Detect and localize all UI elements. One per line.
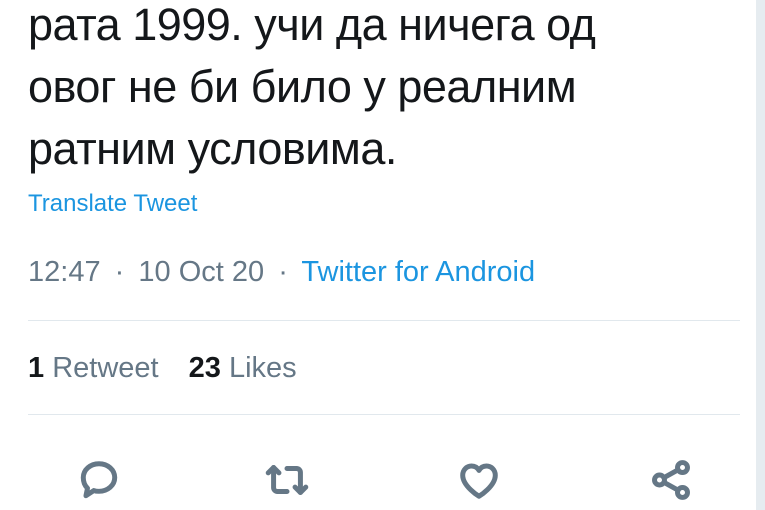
tweet-time: 12:47 bbox=[28, 256, 101, 288]
share-button[interactable] bbox=[646, 455, 696, 505]
likes-count: 23 bbox=[188, 352, 221, 384]
timeline-border bbox=[756, 0, 765, 510]
tweet-text-line: овог не би било у реалним bbox=[28, 61, 577, 112]
retweet-icon bbox=[265, 465, 309, 495]
tweet-date: 10 Oct 20 bbox=[138, 256, 265, 288]
meta-separator: · bbox=[278, 256, 288, 288]
retweets-label: Retweet bbox=[52, 352, 159, 384]
meta-separator: · bbox=[114, 256, 125, 288]
tweet-text-line: рата 1999. учи да ничега од bbox=[28, 0, 596, 50]
tweet-detail-view: рата 1999. учи да ничега од овог не би б… bbox=[0, 0, 765, 510]
divider bbox=[28, 320, 740, 321]
share-icon bbox=[652, 460, 690, 500]
like-icon bbox=[460, 463, 498, 499]
tweet-action-bar bbox=[0, 455, 765, 505]
likes-label: Likes bbox=[228, 352, 297, 384]
retweet-button[interactable] bbox=[262, 455, 312, 505]
translate-tweet-link[interactable]: Translate Tweet bbox=[28, 190, 197, 218]
engagement-stats: 1 Retweet 23 Likes bbox=[28, 352, 319, 385]
divider bbox=[28, 414, 740, 415]
tweet-text-line: ратним условима. bbox=[28, 123, 397, 174]
retweets-count: 1 bbox=[28, 352, 45, 384]
likes-stat[interactable]: 23 Likes bbox=[189, 352, 297, 385]
reply-icon bbox=[80, 461, 118, 499]
like-button[interactable] bbox=[454, 455, 504, 505]
reply-button[interactable] bbox=[74, 455, 124, 505]
tweet-source-link[interactable]: Twitter for Android bbox=[301, 256, 535, 288]
tweet-body-text: рата 1999. учи да ничега од овог не би б… bbox=[28, 0, 728, 180]
retweets-stat[interactable]: 1 Retweet bbox=[28, 352, 159, 385]
tweet-meta-row: 12:47 · 10 Oct 20 · Twitter for Android bbox=[28, 256, 535, 289]
